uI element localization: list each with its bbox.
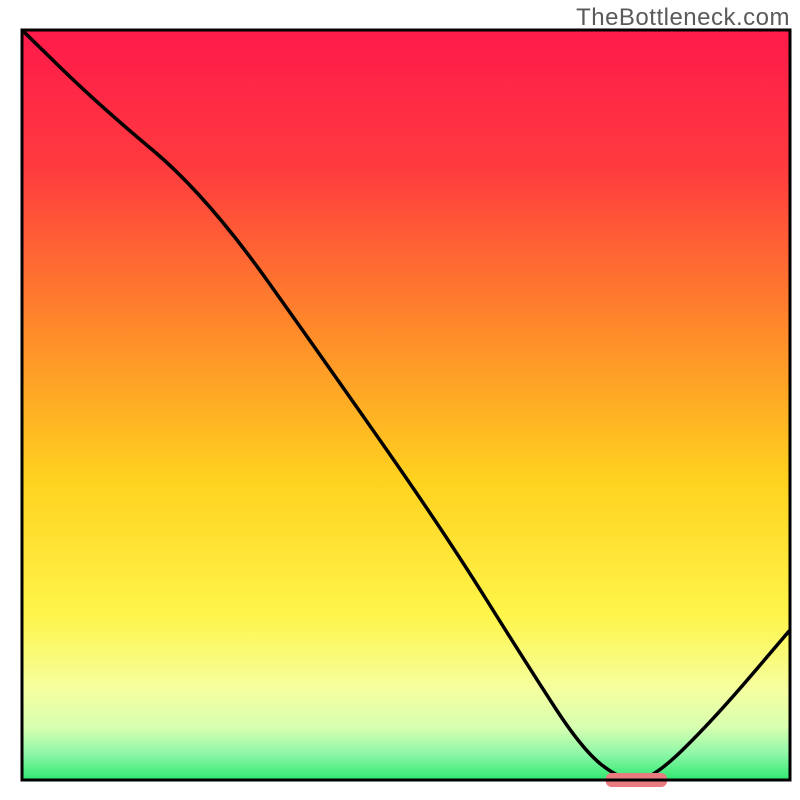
- gradient-background: [22, 30, 790, 780]
- chart-container: TheBottleneck.com: [0, 0, 800, 800]
- bottleneck-chart: [0, 0, 800, 800]
